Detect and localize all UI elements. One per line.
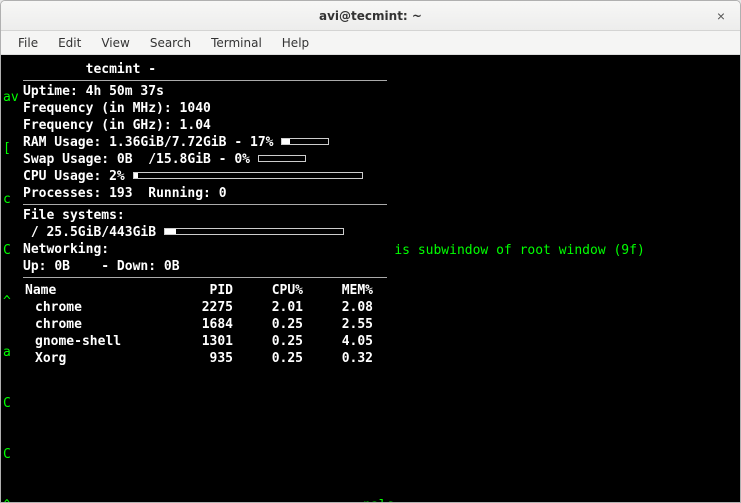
- col-mem: MEM%: [303, 282, 373, 299]
- swap-bar: [258, 155, 306, 162]
- bg-char: C: [3, 446, 645, 463]
- ram-bar: [281, 138, 329, 145]
- menu-help[interactable]: Help: [273, 34, 318, 52]
- window-title: avi@tecmint: ~: [319, 9, 422, 23]
- menu-search[interactable]: Search: [141, 34, 200, 52]
- menubar: File Edit View Search Terminal Help: [1, 31, 740, 55]
- fs-bar: [164, 228, 344, 235]
- table-row: chrome 1684 0.25 2.55: [23, 316, 387, 333]
- process-table: Name PID CPU% MEM% chrome 2275 2.01 2.08…: [23, 282, 387, 367]
- menu-view[interactable]: View: [92, 34, 138, 52]
- terminal-window: avi@tecmint: ~ × File Edit View Search T…: [0, 0, 741, 503]
- conky-host: tecmint -: [23, 61, 387, 78]
- col-pid: PID: [173, 282, 233, 299]
- swap-row: Swap Usage: 0B /15.8GiB - 0%: [23, 151, 387, 168]
- menu-file[interactable]: File: [9, 34, 47, 52]
- divider: [23, 80, 387, 81]
- terminal-viewport[interactable]: avi@tecmint: $ conky & [ c C 16) is subw…: [1, 55, 740, 502]
- divider: [23, 277, 387, 278]
- menu-terminal[interactable]: Terminal: [202, 34, 271, 52]
- table-row: gnome-shell 1301 0.25 4.05: [23, 333, 387, 350]
- process-header: Name PID CPU% MEM%: [23, 282, 387, 299]
- col-cpu: CPU%: [233, 282, 303, 299]
- freq-ghz-row: Frequency (in GHz): 1.04: [23, 117, 387, 134]
- table-row: Xorg 935 0.25 0.32: [23, 350, 387, 367]
- ram-row: RAM Usage: 1.36GiB/7.72GiB - 17%: [23, 134, 387, 151]
- col-name: Name: [23, 282, 173, 299]
- titlebar[interactable]: avi@tecmint: ~ ×: [1, 1, 740, 31]
- net-header: Networking:: [23, 241, 387, 258]
- net-row: Up: 0B - Down: 0B: [23, 258, 387, 275]
- freq-mhz-row: Frequency (in MHz): 1040: [23, 100, 387, 117]
- cpu-row: CPU Usage: 2%: [23, 168, 387, 185]
- uptime-row: Uptime: 4h 50m 37s: [23, 83, 387, 100]
- close-icon: ×: [717, 8, 725, 24]
- conky-panel: tecmint - Uptime: 4h 50m 37s Frequency (…: [19, 59, 391, 375]
- close-button[interactable]: ×: [712, 7, 730, 25]
- bg-char: ^ nals.: [3, 497, 645, 502]
- fs-row: / 25.5GiB/443GiB: [23, 224, 387, 241]
- divider: [23, 204, 387, 205]
- processes-row: Processes: 193 Running: 0: [23, 185, 387, 202]
- cpu-bar: [133, 172, 363, 179]
- bg-char: C: [3, 395, 645, 412]
- fs-header: File systems:: [23, 207, 387, 224]
- menu-edit[interactable]: Edit: [49, 34, 90, 52]
- table-row: chrome 2275 2.01 2.08: [23, 299, 387, 316]
